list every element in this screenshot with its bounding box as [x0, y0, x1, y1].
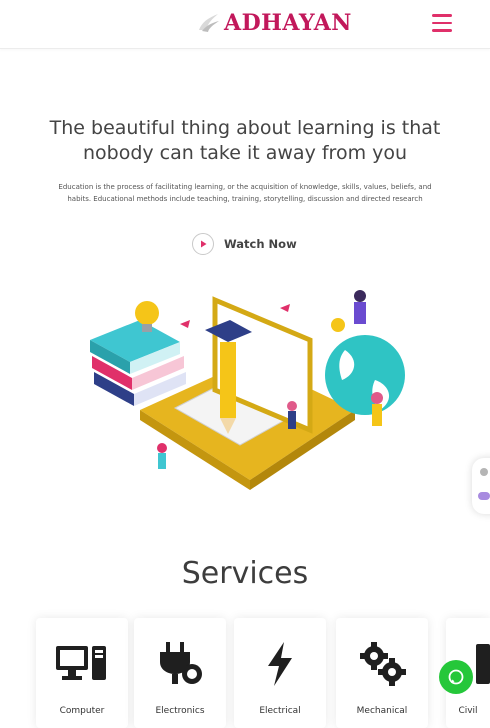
lightning-icon [268, 642, 292, 686]
play-circle-icon [192, 233, 214, 255]
hero-title: The beautiful thing about learning is th… [49, 117, 441, 164]
logo-text: ADHAYAN [224, 10, 352, 36]
watch-now-label: Watch Now [224, 237, 297, 251]
service-label-computer: Computer [59, 706, 105, 716]
watch-now-button[interactable]: Watch Now [192, 230, 297, 258]
service-label-electrical: Electrical [259, 706, 301, 716]
plug-icon [160, 642, 202, 684]
site-header: ADHAYAN [0, 0, 490, 49]
chat-icon[interactable] [439, 660, 473, 694]
side-floating-widget[interactable] [472, 458, 490, 514]
education-illustration [90, 290, 405, 490]
building-icon [476, 644, 490, 684]
services-title: Services [181, 556, 309, 591]
hamburger-menu-icon[interactable] [432, 14, 452, 32]
service-label-mechanical: Mechanical [356, 706, 408, 716]
service-label-civil: Civil [458, 706, 478, 716]
computer-icon [56, 646, 106, 680]
service-label-electronics: Electronics [155, 706, 205, 716]
widget-dot [480, 468, 488, 476]
widget-pill [478, 492, 490, 500]
site-logo[interactable]: ADHAYAN [196, 6, 352, 40]
gears-icon [360, 642, 406, 686]
hero-description: Education is the process of facilitating… [58, 183, 432, 203]
logo-bird-icon [199, 14, 219, 32]
